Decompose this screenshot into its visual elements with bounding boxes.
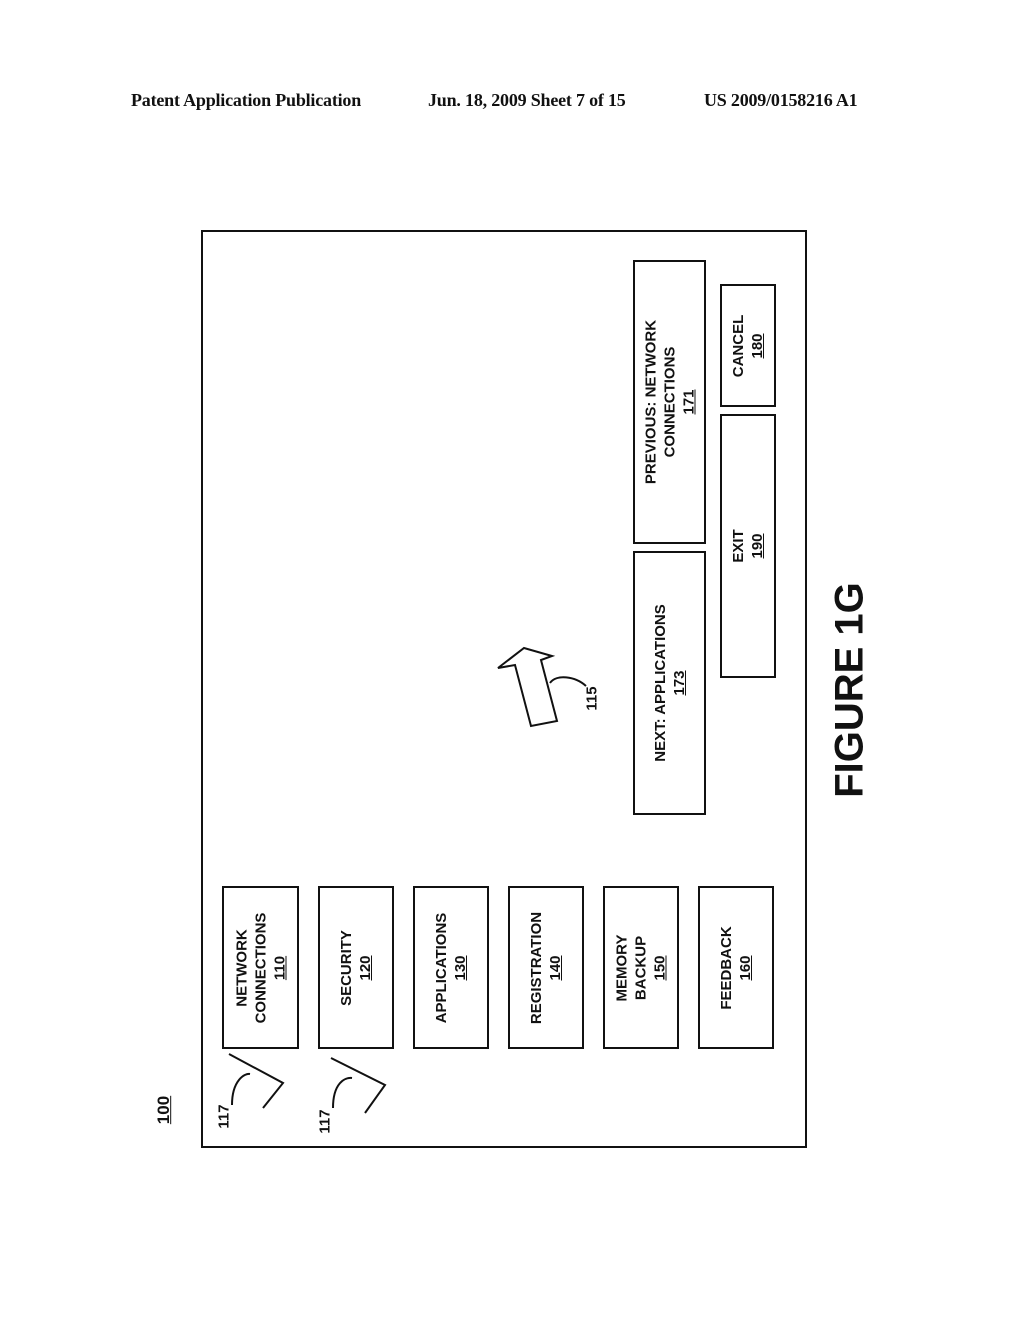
leader-line (332, 1076, 353, 1109)
leader-line (549, 676, 587, 687)
check-ref-label: 117 (316, 1109, 334, 1134)
leader-line (231, 1072, 251, 1106)
figure-caption: FIGURE 1G (827, 582, 872, 798)
pointer-ref-label: 115 (583, 686, 601, 711)
pointer-arrow-icon (497, 646, 559, 728)
check-ref-label: 117 (215, 1104, 233, 1129)
